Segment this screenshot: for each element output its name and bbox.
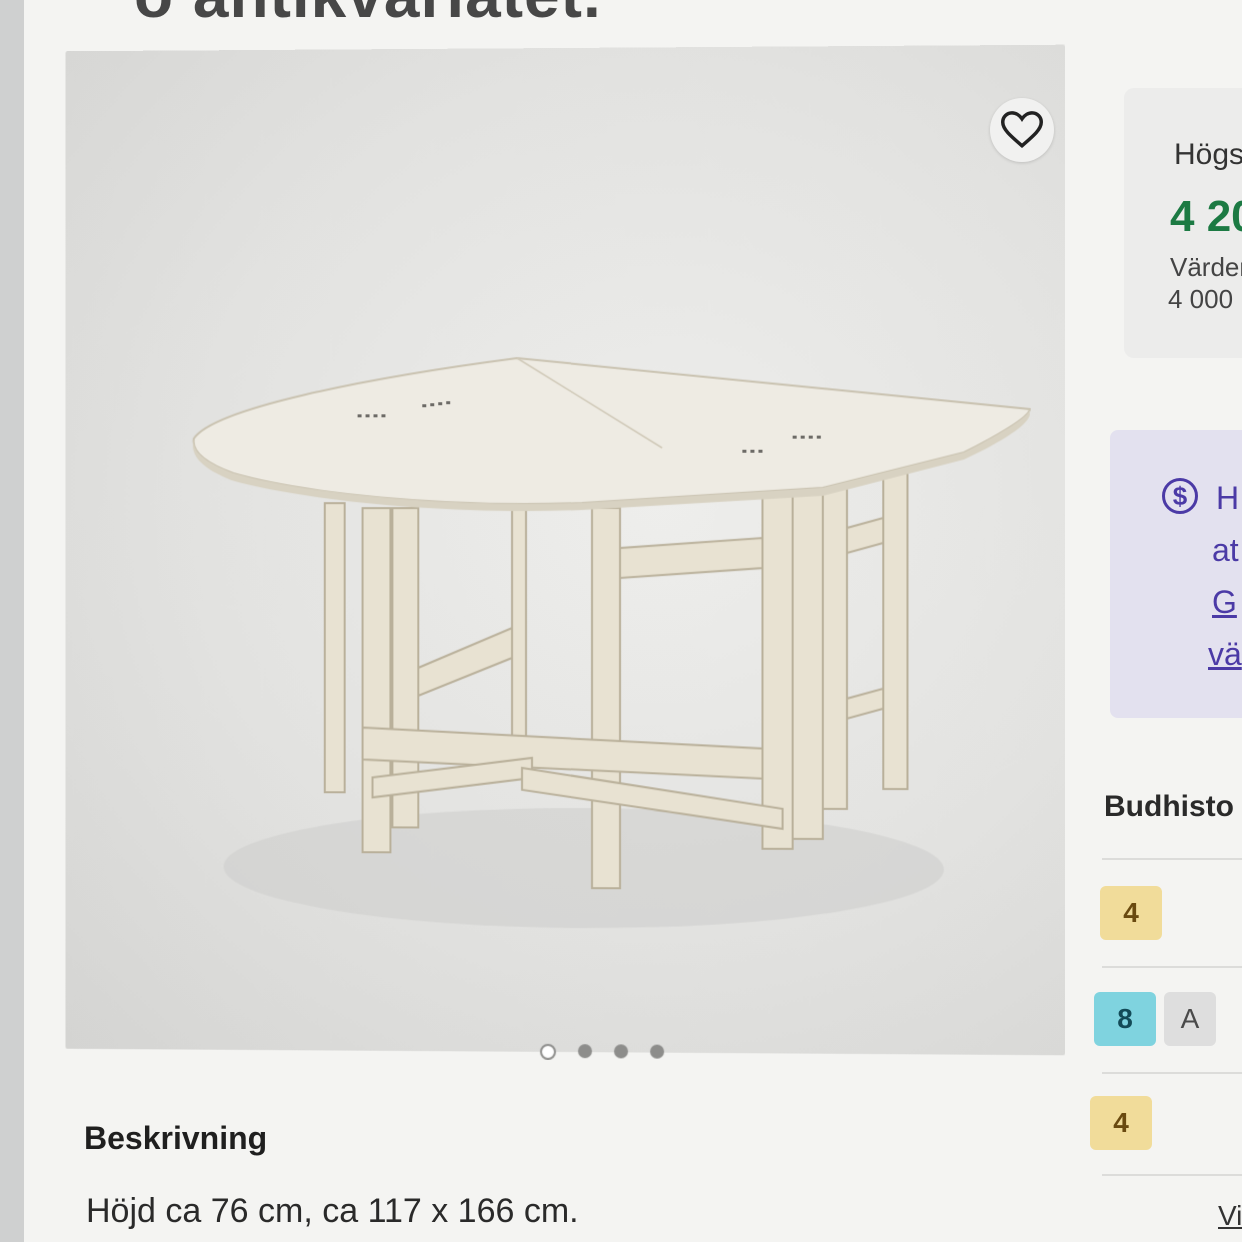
carousel-dot-3[interactable] bbox=[614, 1044, 628, 1058]
bid-history-badge: 4 bbox=[1100, 886, 1162, 940]
bid-history-badge: 8 bbox=[1094, 992, 1156, 1046]
fee-info-link-1[interactable]: G bbox=[1212, 584, 1237, 621]
description-text: Höjd ca 76 cm, ca 117 x 166 cm. bbox=[86, 1192, 579, 1231]
fee-info-line-1: H bbox=[1216, 480, 1239, 517]
carousel-dot-4[interactable] bbox=[650, 1045, 664, 1059]
favorite-button[interactable] bbox=[990, 98, 1054, 162]
fee-info-link-2[interactable]: vä bbox=[1208, 636, 1242, 673]
history-divider bbox=[1102, 966, 1242, 968]
page-title-fragment: ö antikvariatet. bbox=[134, 0, 602, 32]
gateleg-table-illustration bbox=[65, 45, 1065, 1056]
heart-outline-icon bbox=[1001, 110, 1043, 150]
current-bid-value: 4 20 bbox=[1170, 192, 1242, 242]
fee-info-line-2: at bbox=[1212, 532, 1239, 569]
browser-viewport: ö antikvariatet. bbox=[24, 0, 1242, 1242]
product-image[interactable] bbox=[65, 45, 1065, 1056]
history-divider bbox=[1102, 1072, 1242, 1074]
description-heading: Beskrivning bbox=[84, 1120, 267, 1157]
highest-bid-label: Högs bbox=[1174, 138, 1242, 172]
bidder-initial-badge: A bbox=[1164, 992, 1216, 1046]
monitor-bezel bbox=[0, 0, 24, 1242]
estimate-label: Värder bbox=[1170, 252, 1242, 283]
carousel-dot-2[interactable] bbox=[578, 1044, 592, 1058]
image-carousel-dots[interactable] bbox=[540, 1044, 664, 1061]
history-divider bbox=[1102, 858, 1242, 860]
bid-history-heading: Budhisto bbox=[1104, 790, 1234, 824]
history-divider bbox=[1102, 1174, 1242, 1176]
estimate-value: 4 000 bbox=[1168, 284, 1233, 315]
bid-history-badge: 4 bbox=[1090, 1096, 1152, 1150]
fee-info-box bbox=[1110, 430, 1242, 718]
dollar-circle-icon: $ bbox=[1162, 478, 1198, 514]
carousel-dot-1[interactable] bbox=[540, 1044, 556, 1060]
view-all-bids-link[interactable]: Vi bbox=[1218, 1200, 1242, 1232]
